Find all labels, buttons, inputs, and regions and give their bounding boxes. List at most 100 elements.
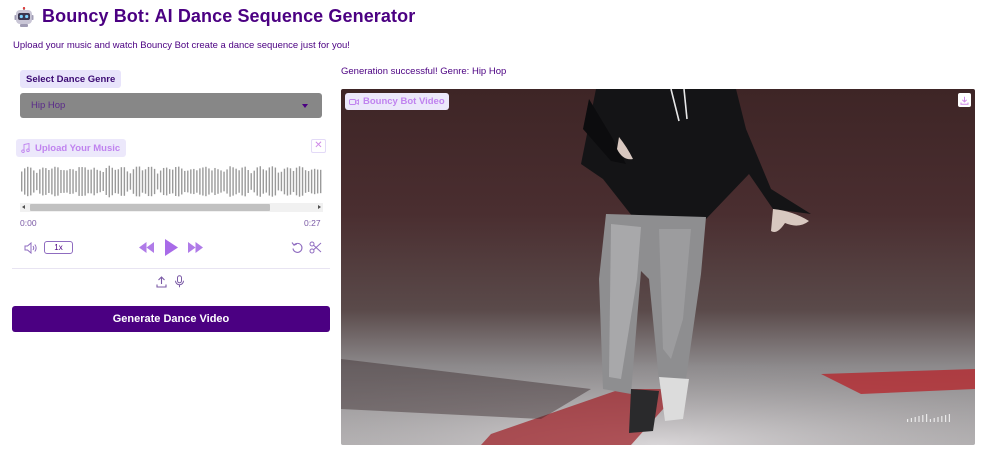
- watermark-bar: [948, 414, 950, 422]
- waveform-bar: [153, 168, 156, 195]
- waveform-bar: [244, 166, 246, 197]
- scrollbar-thumb[interactable]: [30, 204, 270, 211]
- dance-video-frame: [341, 89, 975, 445]
- watermark-bar: [933, 418, 935, 422]
- waveform-bar: [202, 167, 204, 196]
- microphone-icon[interactable]: [174, 275, 185, 288]
- waveform-bar: [42, 167, 44, 196]
- waveform-bar: [199, 168, 201, 195]
- waveform-bar: [208, 168, 210, 195]
- waveform-bar: [178, 166, 180, 197]
- waveform-bar: [60, 169, 62, 194]
- video-camera-icon: [349, 98, 359, 105]
- waveform-bar: [156, 173, 159, 190]
- waveform-bar: [193, 168, 195, 195]
- waveform-bar: [108, 165, 110, 198]
- waveform-bar: [181, 168, 183, 195]
- music-note-icon: [21, 143, 30, 153]
- waveform-bar: [304, 170, 307, 193]
- waveform-bar: [256, 167, 258, 196]
- waveform-bar: [120, 167, 123, 196]
- scroll-right-icon[interactable]: [318, 205, 321, 209]
- waveform-bar: [247, 170, 249, 193]
- time-duration: 0:27: [304, 218, 321, 228]
- genre-dropdown[interactable]: Hip Hop: [20, 93, 322, 118]
- waveform-bar: [211, 170, 213, 193]
- generate-dance-video-button[interactable]: Generate Dance Video: [12, 306, 330, 332]
- waveform-bar: [184, 170, 186, 193]
- download-video-button[interactable]: [958, 93, 971, 107]
- audio-waveform[interactable]: [20, 164, 323, 199]
- waveform-bar: [280, 171, 283, 192]
- watermark-bar: [910, 418, 912, 422]
- watermark-bar: [937, 417, 939, 422]
- waveform-bar: [111, 167, 113, 196]
- waveform-bar: [159, 170, 162, 193]
- waveform-bar: [295, 167, 298, 196]
- waveform-bar: [75, 170, 77, 193]
- watermark-bar: [945, 415, 947, 422]
- waveform-bar: [187, 170, 189, 193]
- waveform-bar: [36, 172, 38, 191]
- watermark-bar: [929, 419, 931, 422]
- waveform-bar: [105, 168, 107, 195]
- watermark-bar: [941, 416, 943, 422]
- waveform-bar: [313, 168, 316, 195]
- waveform-bar: [81, 167, 83, 196]
- waveform-bar: [87, 169, 89, 194]
- header: Bouncy Bot: AI Dance Sequence Generator: [14, 6, 415, 27]
- scroll-left-icon[interactable]: [22, 205, 25, 209]
- waveform-bar: [268, 167, 271, 196]
- playback-speed-button[interactable]: 1x: [44, 241, 73, 254]
- play-icon[interactable]: [163, 238, 179, 257]
- waveform-bar: [93, 167, 95, 196]
- waveform-bar: [27, 166, 29, 197]
- waveform-bar: [96, 169, 98, 194]
- waveform-bar: [217, 169, 219, 194]
- waveform-bar: [129, 173, 132, 190]
- waveform-bar: [220, 170, 222, 193]
- video-label: Bouncy Bot Video: [345, 93, 449, 110]
- waveform-bar: [135, 166, 138, 197]
- waveform-bar: [45, 168, 47, 195]
- volume-icon[interactable]: [24, 242, 38, 254]
- waveform-scrollbar[interactable]: [20, 203, 323, 212]
- waveform-bar: [102, 171, 104, 191]
- generation-status: Generation successful! Genre: Hip Hop: [341, 66, 507, 77]
- waveform-bar: [138, 166, 141, 197]
- waveform-bar: [54, 166, 56, 197]
- waveform-bar: [319, 169, 322, 194]
- watermark-bar: [907, 419, 909, 422]
- waveform-bar: [205, 166, 207, 197]
- waveform-bar: [141, 170, 144, 193]
- fast-forward-icon[interactable]: [187, 241, 204, 254]
- time-current: 0:00: [20, 218, 37, 228]
- waveform-bar: [126, 171, 129, 192]
- waveform-bar: [277, 172, 280, 191]
- waveform-bar: [226, 169, 228, 194]
- scissors-icon[interactable]: [309, 241, 322, 254]
- clear-audio-button[interactable]: ✕: [311, 139, 326, 153]
- waveform-bar: [147, 166, 150, 197]
- rewind-icon[interactable]: [138, 241, 155, 254]
- waveform-bar: [48, 170, 50, 193]
- dance-video-player[interactable]: Bouncy Bot Video: [341, 89, 975, 445]
- waveform-bar: [235, 168, 237, 195]
- waveform-bar: [262, 169, 264, 194]
- waveform-bar: [99, 170, 101, 193]
- waveform-bar: [241, 167, 243, 196]
- waveform-bar: [165, 167, 168, 196]
- waveform-bar: [162, 167, 165, 196]
- close-icon: ✕: [314, 140, 323, 151]
- waveform-bar: [69, 168, 71, 195]
- waveform-bar: [33, 170, 35, 193]
- app-root: Bouncy Bot: AI Dance Sequence Generator …: [0, 0, 989, 449]
- waveform-bar: [190, 169, 192, 194]
- waveform-bar: [238, 170, 240, 193]
- waveform-bar: [132, 169, 135, 194]
- waveform-bar: [310, 169, 313, 194]
- waveform-bar: [292, 170, 295, 193]
- upload-icon[interactable]: [156, 276, 167, 288]
- watermark-bar: [914, 417, 916, 422]
- reset-icon[interactable]: [291, 241, 304, 254]
